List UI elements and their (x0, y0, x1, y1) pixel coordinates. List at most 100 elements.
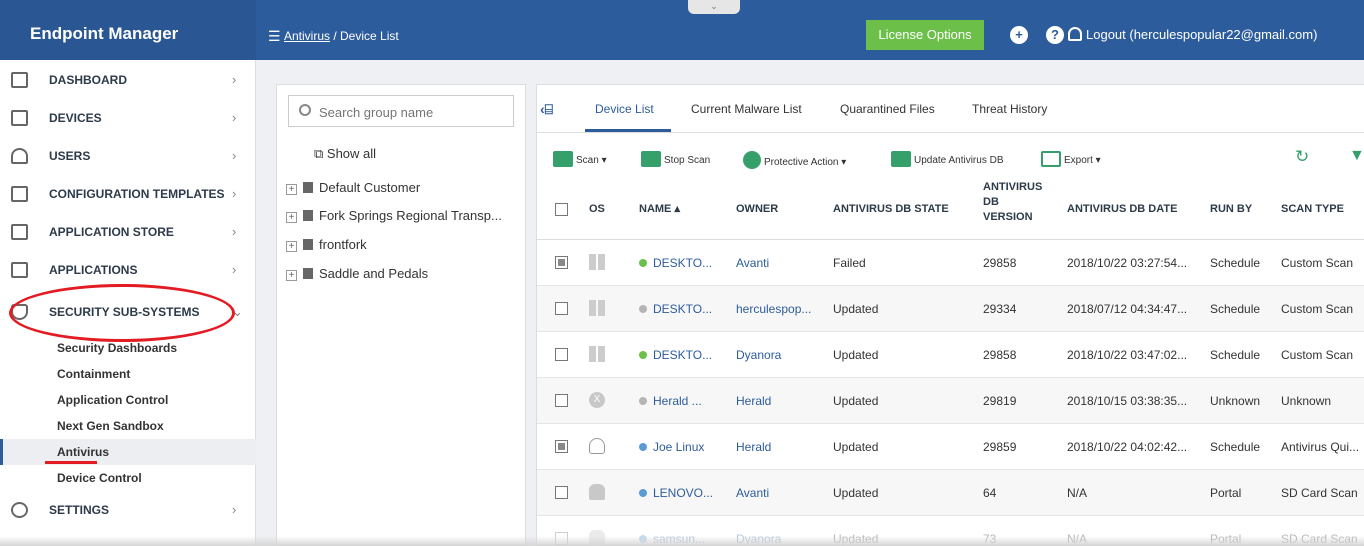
row-checkbox[interactable] (555, 348, 568, 361)
device-name-link[interactable]: DESKTO... (653, 256, 712, 270)
sidebar-item-label: USERS (49, 149, 91, 163)
column-db-version[interactable]: ANTIVIRUS DB VERSION (983, 180, 1042, 225)
table-row[interactable]: DESKTO... Avanti Failed 29858 2018/10/22 03:… (537, 240, 1364, 286)
sidebar-subitem-label: Application Control (57, 393, 169, 407)
tab-current-malware-list[interactable]: Current Malware List (691, 102, 802, 116)
column-os[interactable]: OS (589, 202, 605, 217)
sidebar-subitem-application-control[interactable]: Application Control (0, 387, 256, 413)
owner-link[interactable]: Avanti (736, 486, 769, 500)
sidebar-item-settings[interactable]: SETTINGS › (0, 492, 256, 528)
export-icon (1041, 151, 1061, 167)
column-name[interactable]: NAME ▴ (639, 202, 680, 217)
owner-link[interactable]: Dyanora (736, 348, 781, 362)
tab-threat-history[interactable]: Threat History (972, 102, 1047, 116)
row-checkbox[interactable] (555, 394, 568, 407)
breadcrumb: Antivirus / Device List (284, 29, 399, 43)
group-search-input[interactable] (319, 102, 509, 122)
add-icon[interactable]: + (1010, 26, 1028, 44)
table-row[interactable]: X Herald ... Herald Updated 29819 2018/10/15 … (537, 378, 1364, 424)
tabs-divider (537, 132, 1364, 133)
group-item[interactable]: + Saddle and Pedals (286, 266, 428, 281)
sidebar-item-application-store[interactable]: APPLICATION STORE › (0, 214, 256, 250)
chevron-right-icon: › (232, 224, 237, 239)
table-row[interactable]: Joe Linux Herald Updated 29859 2018/10/22 04… (537, 424, 1364, 470)
device-name-link[interactable]: Herald ... (653, 394, 702, 408)
group-label: Default Customer (319, 180, 421, 195)
help-icon[interactable]: ? (1046, 26, 1064, 44)
table-row[interactable]: DESKTO... herculespop... Updated 29334 2018/… (537, 286, 1364, 332)
group-item[interactable]: + frontfork (286, 237, 367, 252)
windows-icon (589, 254, 605, 270)
sidebar-item-devices[interactable]: DEVICES › (0, 100, 256, 136)
sidebar-subitem-label: Antivirus (57, 445, 110, 459)
sidebar-subitem-label: Security Dashboards (57, 341, 178, 355)
column-run-by[interactable]: RUN BY (1210, 202, 1252, 217)
row-checkbox[interactable] (555, 440, 568, 453)
update-antivirus-db-button[interactable]: Update Antivirus DB (891, 151, 1004, 167)
row-checkbox[interactable] (555, 302, 568, 315)
sidebar-item-label: APPLICATIONS (49, 263, 138, 277)
logout-link[interactable]: Logout (herculespopular22@gmail.com) (1068, 27, 1317, 42)
expand-icon[interactable]: + (286, 184, 297, 195)
table-row[interactable]: DESKTO... Dyanora Updated 29858 2018/10/22 0… (537, 332, 1364, 378)
column-db-version-line: ANTIVIRUS (983, 181, 1043, 193)
sidebar-subitem-device-control[interactable]: Device Control (0, 465, 256, 491)
tab-device-list[interactable]: Device List (595, 102, 654, 116)
breadcrumb-link[interactable]: Antivirus (284, 29, 330, 43)
menu-icon[interactable]: ☰ (268, 28, 281, 45)
db-version-cell: 29819 (983, 394, 1017, 408)
sidebar-subitem-next-gen-sandbox[interactable]: Next Gen Sandbox (0, 413, 256, 439)
expand-icon[interactable]: + (286, 241, 297, 252)
scan-type-cell: Custom Scan (1281, 256, 1354, 270)
group-search[interactable] (288, 95, 514, 127)
sidebar-subitem-containment[interactable]: Containment (0, 361, 256, 387)
stop-scan-icon (641, 151, 661, 167)
owner-link[interactable]: herculespop... (736, 302, 811, 316)
chevron-down-icon[interactable]: ⌄ (688, 0, 740, 14)
owner-link[interactable]: Herald (736, 394, 771, 408)
stop-scan-label: Stop Scan (664, 155, 711, 166)
protective-action-icon (743, 151, 761, 169)
expand-icon[interactable]: + (286, 212, 297, 223)
protective-action-button[interactable]: Protective Action ▾ (743, 151, 846, 169)
owner-link[interactable]: Avanti (736, 256, 769, 270)
export-button[interactable]: Export ▾ (1041, 151, 1101, 167)
group-item[interactable]: + Fork Springs Regional Transp... (286, 208, 502, 223)
sidebar-item-dashboard[interactable]: DASHBOARD › (0, 62, 256, 98)
scan-button[interactable]: Scan ▾ (553, 151, 607, 167)
group-item[interactable]: + Default Customer (286, 180, 420, 195)
tab-quarantined-files[interactable]: Quarantined Files (840, 102, 935, 116)
stop-scan-button[interactable]: Stop Scan (641, 151, 710, 167)
device-name-link[interactable]: DESKTO... (653, 302, 712, 316)
column-scan-type[interactable]: SCAN TYPE (1281, 202, 1344, 217)
scan-type-cell: Custom Scan (1281, 348, 1354, 362)
db-state-cell: Updated (833, 394, 879, 408)
row-checkbox[interactable] (555, 486, 568, 499)
column-db-state[interactable]: ANTIVIRUS DB STATE (833, 202, 949, 217)
scan-icon (553, 151, 573, 167)
sidebar-item-configuration-templates[interactable]: CONFIGURATION TEMPLATES › (0, 176, 256, 212)
device-name-link[interactable]: DESKTO... (653, 348, 712, 362)
expand-icon[interactable]: + (286, 270, 297, 281)
building-icon (303, 239, 313, 250)
table-row[interactable]: LENOVO... Avanti Updated 64 N/A Portal SD Card… (537, 470, 1364, 516)
annotation-ellipse (9, 284, 235, 342)
filter-icon[interactable]: ▼ (1349, 147, 1364, 165)
sidebar-subitem-antivirus[interactable]: Antivirus (0, 439, 256, 465)
column-db-date[interactable]: ANTIVIRUS DB DATE (1067, 202, 1177, 217)
owner-link[interactable]: Herald (736, 440, 771, 454)
annotation-underline (45, 461, 97, 464)
show-all-button[interactable]: ⧉ Show all (314, 146, 376, 162)
sidebar-item-users[interactable]: USERS › (0, 138, 256, 174)
column-owner[interactable]: OWNER (736, 202, 778, 217)
db-state-cell: Updated (833, 348, 879, 362)
tree-toggle-icon[interactable]: ‹⌸ (540, 101, 553, 118)
sidebar-item-applications[interactable]: APPLICATIONS › (0, 252, 256, 288)
refresh-icon[interactable]: ↻ (1295, 147, 1309, 167)
license-options-button[interactable]: License Options (866, 20, 984, 50)
device-name-link[interactable]: LENOVO... (653, 486, 713, 500)
device-name-link[interactable]: Joe Linux (653, 440, 704, 454)
row-checkbox[interactable] (555, 256, 568, 269)
group-label: Saddle and Pedals (319, 266, 429, 281)
select-all-checkbox[interactable] (555, 203, 568, 216)
